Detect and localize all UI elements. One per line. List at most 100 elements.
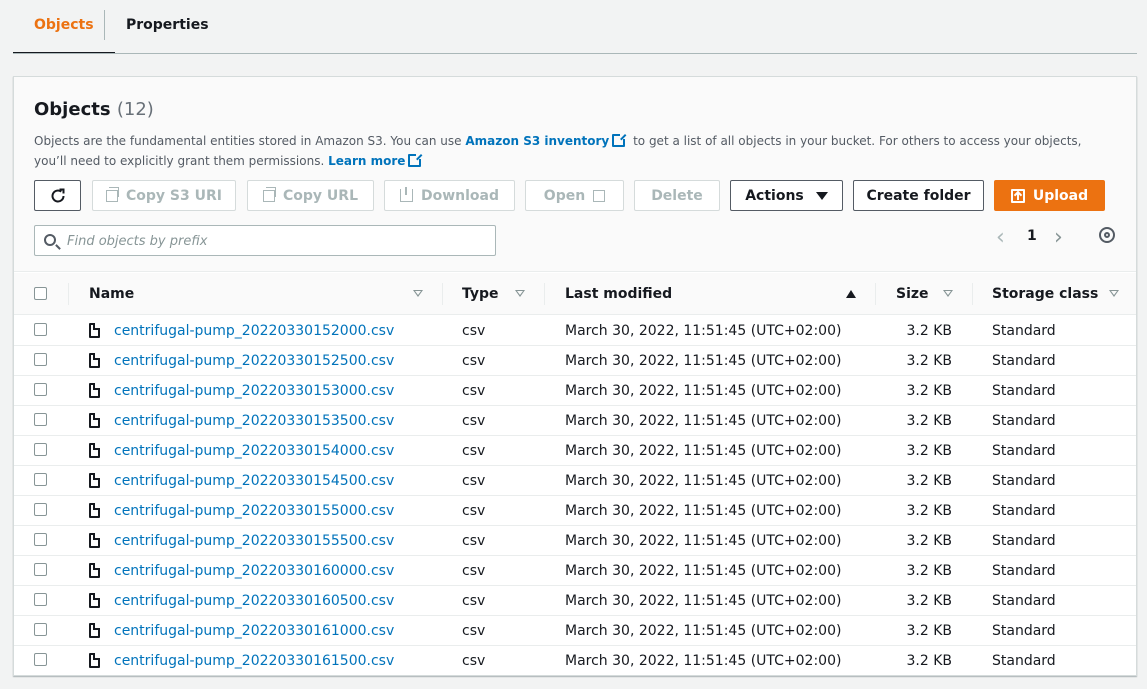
object-name-link[interactable]: centrifugal-pump_20220330154500.csv — [114, 466, 394, 496]
object-name-link[interactable]: centrifugal-pump_20220330160500.csv — [114, 586, 394, 616]
object-size: 3.2 KB — [906, 653, 953, 669]
column-header-storage-class[interactable]: Storage class — [992, 273, 1098, 315]
object-size: 3.2 KB — [906, 383, 953, 399]
sort-icon[interactable] — [413, 290, 423, 297]
object-storage-class: Standard — [992, 533, 1056, 549]
object-name-link[interactable]: centrifugal-pump_20220330161500.csv — [114, 646, 394, 676]
file-icon — [89, 443, 100, 458]
object-type: csv — [462, 533, 486, 549]
file-icon — [89, 623, 100, 638]
row-checkbox[interactable] — [34, 623, 47, 636]
sort-icon[interactable] — [515, 290, 525, 297]
table-header: Name Type Last modified Size Storage cla… — [14, 273, 1136, 315]
object-storage-class: Standard — [992, 503, 1056, 519]
row-checkbox[interactable] — [34, 473, 47, 486]
object-name-link[interactable]: centrifugal-pump_20220330152000.csv — [114, 316, 394, 346]
actions-button[interactable]: Actions — [730, 180, 843, 211]
file-icon — [89, 413, 100, 428]
delete-button[interactable]: Delete — [634, 180, 720, 211]
sort-ascending-icon[interactable] — [846, 290, 856, 298]
tab-objects[interactable]: Objects — [13, 0, 115, 54]
object-last-modified: March 30, 2022, 11:51:45 (UTC+02:00) — [565, 443, 842, 459]
search-input[interactable] — [67, 231, 487, 251]
column-header-last-modified[interactable]: Last modified — [565, 273, 672, 315]
download-label: Download — [420, 187, 500, 204]
learn-more-link[interactable]: Learn more — [328, 154, 405, 168]
object-name-link[interactable]: centrifugal-pump_20220330155500.csv — [114, 526, 394, 556]
inventory-link[interactable]: Amazon S3 inventory — [465, 134, 609, 148]
row-checkbox[interactable] — [34, 443, 47, 456]
row-checkbox[interactable] — [34, 413, 47, 426]
copy-url-button[interactable]: Copy URL — [247, 180, 374, 211]
open-label: Open — [543, 187, 586, 204]
download-button[interactable]: Download — [384, 180, 515, 211]
upload-icon — [1010, 188, 1025, 203]
column-header-size[interactable]: Size — [896, 273, 929, 315]
object-last-modified: March 30, 2022, 11:51:45 (UTC+02:00) — [565, 623, 842, 639]
description-text-1: Objects are the fundamental entities sto… — [34, 134, 462, 148]
row-checkbox[interactable] — [34, 533, 47, 546]
row-checkbox[interactable] — [34, 653, 47, 666]
row-checkbox[interactable] — [34, 593, 47, 606]
table-row: centrifugal-pump_20220330155500.csv csv … — [14, 526, 1136, 556]
column-header-type[interactable]: Type — [462, 273, 499, 315]
pager-current-page[interactable]: 1 — [1027, 228, 1037, 244]
object-name-link[interactable]: centrifugal-pump_20220330153500.csv — [114, 406, 394, 436]
file-icon — [89, 323, 100, 338]
object-storage-class: Standard — [992, 593, 1056, 609]
object-type: csv — [462, 653, 486, 669]
object-last-modified: March 30, 2022, 11:51:45 (UTC+02:00) — [565, 563, 842, 579]
object-type: csv — [462, 593, 486, 609]
row-checkbox[interactable] — [34, 323, 47, 336]
open-button[interactable]: Open — [525, 180, 624, 211]
pager-prev-button[interactable]: ‹ — [996, 227, 1012, 249]
object-last-modified: March 30, 2022, 11:51:45 (UTC+02:00) — [565, 323, 842, 339]
object-size: 3.2 KB — [906, 563, 953, 579]
object-last-modified: March 30, 2022, 11:51:45 (UTC+02:00) — [565, 593, 842, 609]
upload-button[interactable]: Upload — [994, 180, 1105, 211]
object-name-link[interactable]: centrifugal-pump_20220330161000.csv — [114, 616, 394, 646]
object-name-link[interactable]: centrifugal-pump_20220330152500.csv — [114, 346, 394, 376]
object-storage-class: Standard — [992, 353, 1056, 369]
copy-s3-uri-label: Copy S3 URI — [126, 187, 222, 204]
tab-properties[interactable]: Properties — [105, 0, 230, 54]
file-icon — [89, 563, 100, 578]
row-checkbox[interactable] — [34, 563, 47, 576]
copy-icon — [106, 186, 119, 202]
object-name-link[interactable]: centrifugal-pump_20220330155000.csv — [114, 496, 394, 526]
gear-icon[interactable] — [1099, 227, 1115, 243]
column-divider — [442, 283, 443, 305]
object-count: (12) — [116, 99, 154, 120]
object-name-link[interactable]: centrifugal-pump_20220330160000.csv — [114, 556, 394, 586]
object-size: 3.2 KB — [906, 323, 953, 339]
object-name-link[interactable]: centrifugal-pump_20220330154000.csv — [114, 436, 394, 466]
file-icon — [89, 533, 100, 548]
column-divider — [68, 283, 69, 305]
table-row: centrifugal-pump_20220330154500.csv csv … — [14, 466, 1136, 496]
row-checkbox[interactable] — [34, 353, 47, 366]
object-type: csv — [462, 353, 486, 369]
object-storage-class: Standard — [992, 323, 1056, 339]
sort-icon[interactable] — [1109, 290, 1119, 297]
panel-title: Objects (12) — [34, 99, 154, 120]
file-icon — [89, 473, 100, 488]
object-name-link[interactable]: centrifugal-pump_20220330153000.csv — [114, 376, 394, 406]
pager-next-button[interactable]: › — [1054, 227, 1070, 249]
refresh-button[interactable] — [34, 180, 81, 211]
select-all-checkbox[interactable] — [34, 287, 47, 300]
row-checkbox[interactable] — [34, 383, 47, 396]
search-icon — [44, 234, 56, 246]
create-folder-button[interactable]: Create folder — [853, 180, 984, 211]
table-row: centrifugal-pump_20220330153000.csv csv … — [14, 376, 1136, 406]
row-checkbox[interactable] — [34, 503, 47, 516]
external-link-icon — [593, 189, 606, 202]
object-storage-class: Standard — [992, 413, 1056, 429]
copy-s3-uri-button[interactable]: Copy S3 URI — [92, 180, 236, 211]
table-row: centrifugal-pump_20220330160500.csv csv … — [14, 586, 1136, 616]
table-row: centrifugal-pump_20220330153500.csv csv … — [14, 406, 1136, 436]
object-size: 3.2 KB — [906, 413, 953, 429]
file-icon — [89, 593, 100, 608]
column-header-name[interactable]: Name — [89, 273, 134, 315]
column-divider — [875, 283, 876, 305]
sort-icon[interactable] — [943, 290, 953, 297]
